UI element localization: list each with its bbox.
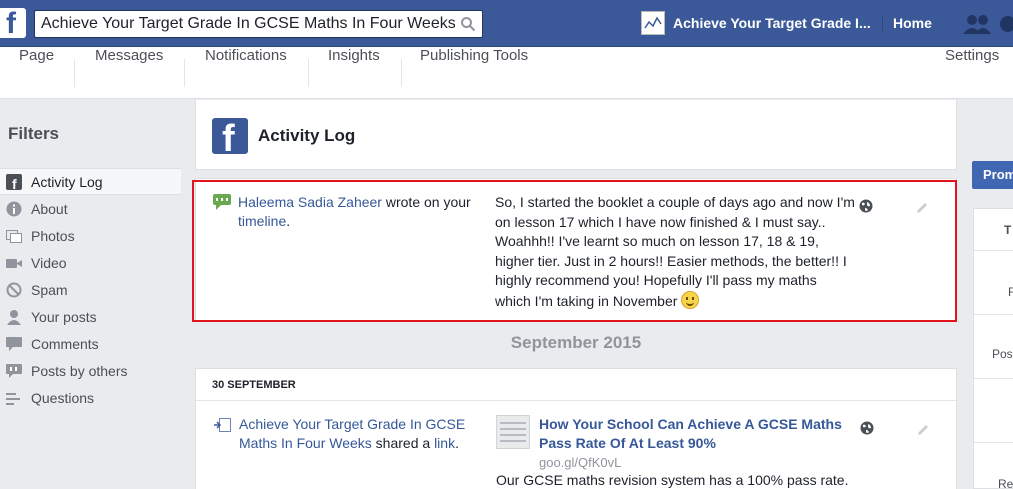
timeline-link[interactable]: timeline (238, 213, 286, 229)
edit-pencil-icon[interactable] (916, 423, 930, 437)
filters-heading: Filters (8, 124, 60, 143)
wall-post-icon (213, 194, 231, 210)
right-panel-row: T (974, 209, 1013, 251)
info-icon (6, 201, 22, 217)
filter-label: Comments (31, 336, 99, 352)
search-input[interactable] (35, 11, 455, 37)
person-icon (7, 310, 21, 325)
filter-spam[interactable]: Spam (0, 277, 181, 304)
filter-label: Posts by others (31, 363, 128, 379)
filter-comments[interactable]: Comments (0, 331, 181, 358)
right-panel-row: F (974, 251, 1013, 315)
page-name-link[interactable]: Achieve Your Target Grade I... (673, 15, 871, 31)
right-panel-row: Re (974, 443, 1013, 489)
spam-icon (6, 282, 22, 298)
filter-questions[interactable]: Questions (0, 385, 181, 412)
right-panel-row (974, 379, 1013, 443)
filter-your-posts[interactable]: Your posts (0, 304, 181, 331)
top-bar: f Achieve Your Target Grade I... Home (0, 0, 1013, 47)
filter-label: Questions (31, 390, 95, 406)
day-section: 30 SEPTEMBER Achieve Your Target Grade I… (195, 368, 957, 489)
filter-posts-by-others[interactable]: Posts by others (0, 358, 181, 385)
facebook-icon: f (6, 174, 22, 190)
share-icon (214, 418, 231, 432)
link-thumbnail[interactable] (496, 415, 530, 449)
link-description: Our GCSE maths revision system has a 100… (496, 472, 849, 488)
filter-about[interactable]: About (0, 196, 181, 223)
right-panel-text: T (1004, 223, 1012, 237)
filter-photos[interactable]: Photos (0, 223, 181, 250)
post-text: So, I started the booklet a couple of da… (495, 194, 855, 309)
right-panel: T F Pos Re (973, 208, 1013, 489)
tab-divider (401, 59, 402, 87)
friend-requests-icon[interactable] (962, 13, 992, 35)
promote-button[interactable]: Prom (972, 161, 1013, 189)
tab-insights[interactable]: Insights (328, 47, 380, 99)
globe-icon[interactable] (860, 421, 874, 435)
share-suffix: . (455, 435, 459, 451)
tab-page[interactable]: Page (19, 47, 54, 99)
post-content: So, I started the booklet a couple of da… (495, 193, 855, 311)
tab-messages[interactable]: Messages (95, 47, 163, 99)
filter-label: Photos (31, 228, 75, 244)
filter-label: Activity Log (31, 174, 103, 190)
edit-pencil-icon[interactable] (915, 201, 929, 215)
questions-icon (6, 393, 20, 405)
share-actor-line: Achieve Your Target Grade In GCSE Maths … (239, 415, 479, 453)
svg-text:f: f (12, 176, 17, 190)
tab-divider (184, 59, 185, 87)
activity-actor-line: Haleema Sadia Zaheer wrote on your timel… (238, 193, 478, 231)
right-panel-text: Re (998, 477, 1013, 489)
tab-settings[interactable]: Settings (945, 47, 999, 99)
link-link[interactable]: link (434, 435, 455, 451)
link-domain: goo.gl/QfK0vL (539, 455, 622, 470)
messages-icon[interactable] (998, 13, 1013, 35)
search-box[interactable] (34, 10, 483, 38)
page-thumbnail-icon[interactable] (641, 11, 665, 35)
filter-label: Video (31, 255, 67, 271)
tab-publishing-tools[interactable]: Publishing Tools (420, 47, 528, 99)
filter-label: About (31, 201, 68, 217)
comment-icon (6, 337, 22, 351)
filter-activity-log[interactable]: f Activity Log (0, 168, 181, 195)
right-panel-text: F (1008, 285, 1013, 299)
home-link[interactable]: Home (882, 15, 932, 31)
tab-divider (74, 59, 75, 87)
link-title[interactable]: How Your School Can Achieve A GCSE Maths… (539, 415, 859, 453)
filter-label: Spam (31, 282, 68, 298)
action-text: wrote on your (381, 194, 471, 210)
actor-link[interactable]: Haleema Sadia Zaheer (238, 194, 382, 210)
share-action-text: shared a (371, 435, 435, 451)
posts-by-others-icon (6, 364, 22, 378)
tab-notifications[interactable]: Notifications (205, 47, 287, 99)
right-panel-row: Pos (974, 315, 1013, 379)
filter-video[interactable]: Video (0, 250, 181, 277)
smile-emoji-icon (681, 290, 700, 309)
day-label: 30 SEPTEMBER (212, 379, 296, 391)
activity-log-header: f Activity Log (195, 100, 957, 170)
day-header: 30 SEPTEMBER (196, 369, 956, 401)
page-title: Activity Log (258, 126, 356, 145)
globe-icon[interactable] (859, 199, 873, 213)
action-suffix: . (286, 213, 291, 229)
video-icon (6, 259, 22, 268)
facebook-icon: f (212, 118, 248, 154)
photos-icon (6, 230, 22, 243)
activity-log-column: f Activity Log Haleema Sadia Zaheer wrot… (195, 100, 957, 489)
page-nav: Page Messages Notifications Insights Pub… (0, 47, 1013, 99)
month-heading: September 2015 (510, 333, 642, 352)
tab-divider (308, 59, 309, 87)
facebook-logo-icon[interactable]: f (0, 8, 26, 39)
right-panel-text: Pos (992, 347, 1013, 361)
filter-label: Your posts (31, 309, 97, 325)
search-icon[interactable] (460, 16, 476, 32)
